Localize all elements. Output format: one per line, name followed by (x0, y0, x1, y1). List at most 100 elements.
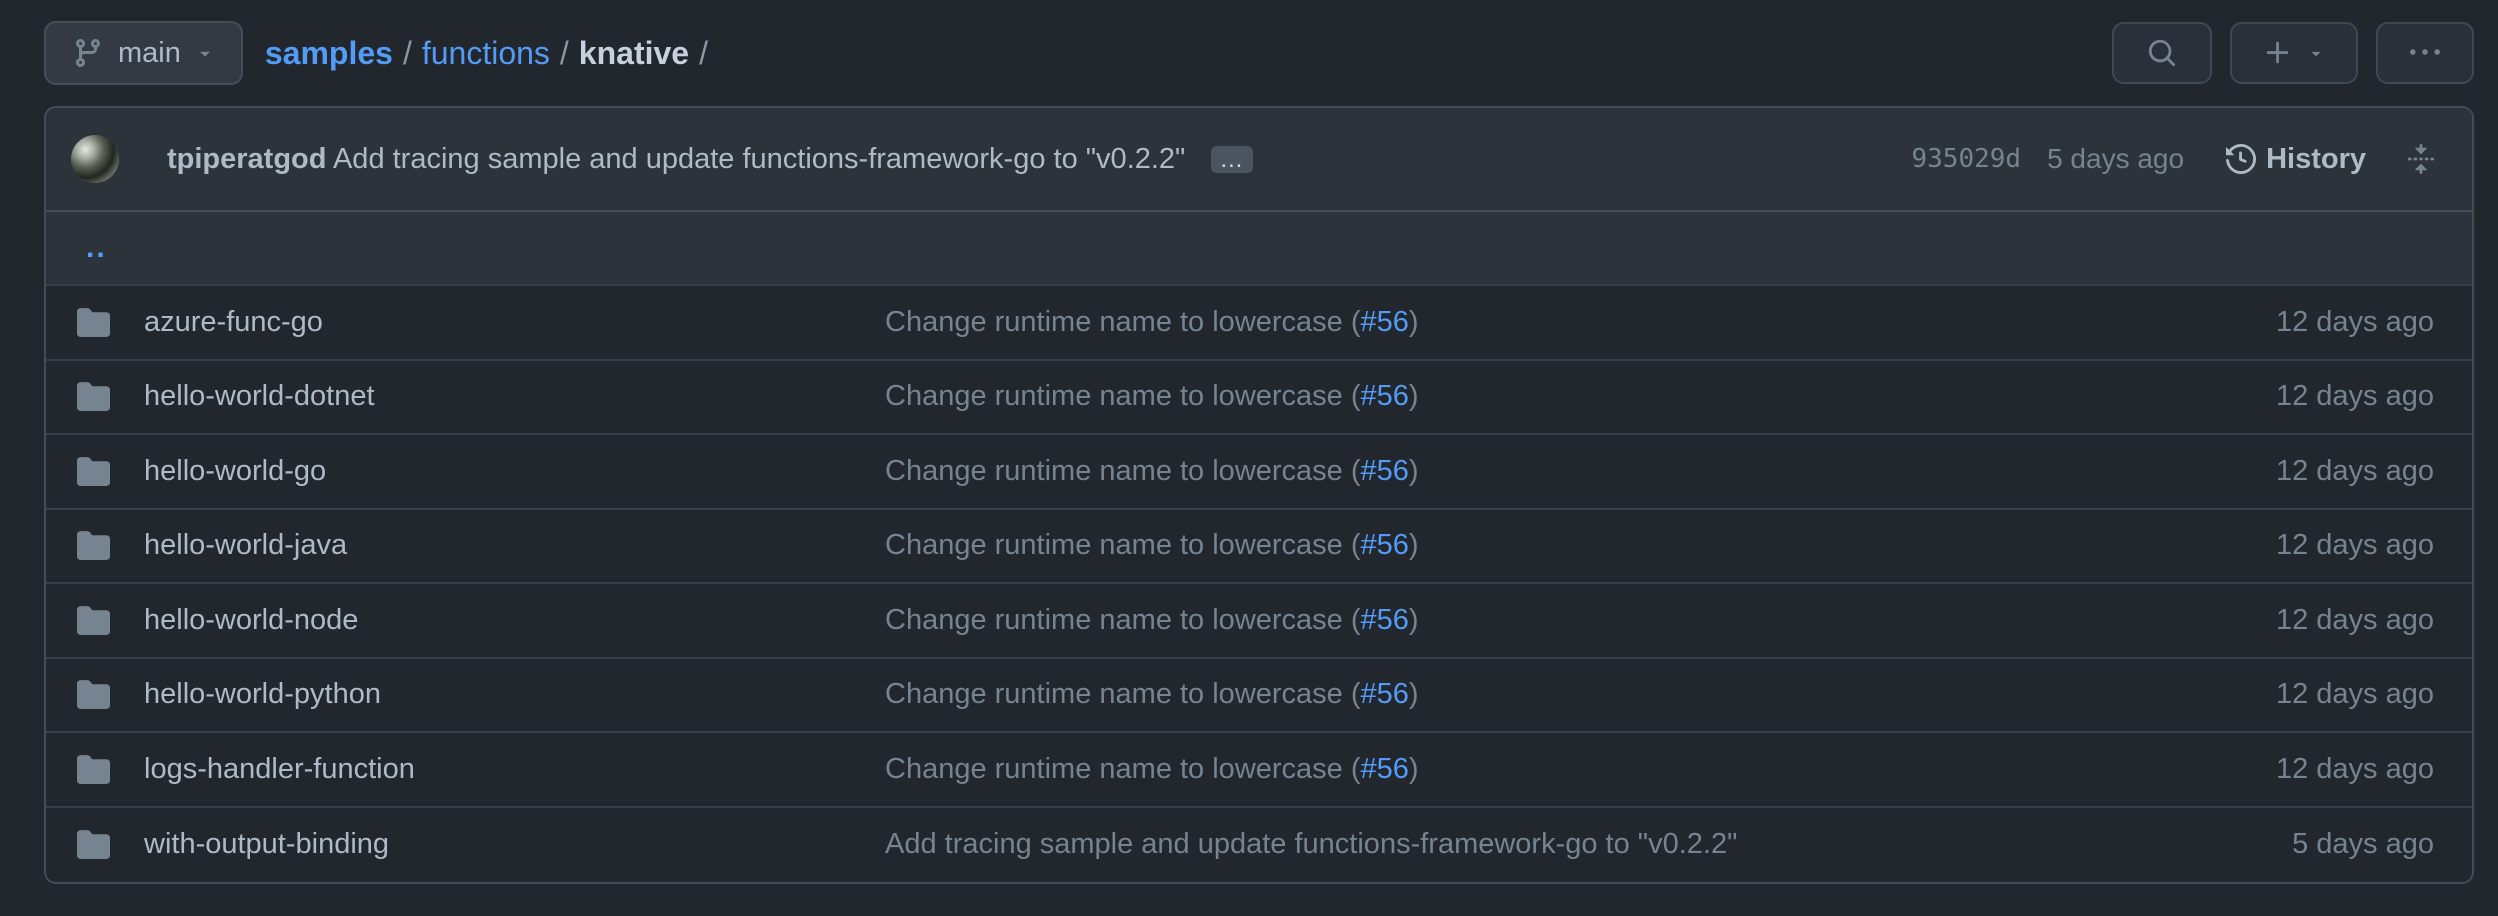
row-commit-message-suffix[interactable]: ) (1409, 380, 1419, 412)
row-message-link[interactable]: #56 (1361, 529, 1409, 561)
commit-message-cell: Change runtime name to lowercase (#56) (885, 753, 2112, 786)
commit-date-cell: 12 days ago (2112, 753, 2472, 786)
row-commit-message-suffix[interactable]: ) (1409, 306, 1419, 338)
row-commit-message-suffix[interactable]: ) (1409, 753, 1419, 785)
table-row: with-output-binding Add tracing sample a… (46, 808, 2472, 883)
folder-icon (77, 604, 110, 637)
file-table-body: azure-func-go Change runtime name to low… (46, 286, 2472, 882)
row-commit-message-suffix[interactable]: ) (1409, 604, 1419, 636)
row-message-link[interactable]: #56 (1361, 604, 1409, 636)
history-button[interactable]: History (2226, 143, 2366, 176)
row-commit-message[interactable]: Change runtime name to lowercase ( (885, 604, 1361, 636)
commit-sha[interactable]: 935029d (1912, 144, 2022, 174)
commit-date-cell: 12 days ago (2112, 529, 2472, 562)
folder-icon (77, 828, 110, 861)
folder-icon (77, 380, 110, 413)
breadcrumb-separator: / (403, 35, 412, 72)
avatar[interactable] (71, 135, 119, 183)
row-commit-message[interactable]: Change runtime name to lowercase ( (885, 306, 1361, 338)
commit-message-cell: Change runtime name to lowercase (#56) (885, 678, 2112, 711)
toolbar-actions (2112, 22, 2474, 84)
file-name-link[interactable]: hello-world-python (144, 678, 381, 711)
file-name-cell: logs-handler-function (46, 753, 885, 786)
breadcrumb-separator: / (560, 35, 569, 72)
commit-message-cell: Change runtime name to lowercase (#56) (885, 529, 2112, 562)
commit-date-cell: 12 days ago (2112, 306, 2472, 339)
file-name-cell: hello-world-python (46, 678, 885, 711)
branch-name-label: main (118, 37, 181, 70)
toolbar: main samples / functions / knative / (44, 0, 2474, 106)
add-file-button[interactable] (2230, 22, 2358, 84)
breadcrumb-link-samples[interactable]: samples (265, 35, 393, 72)
row-commit-message-suffix[interactable]: ) (1409, 529, 1419, 561)
commit-date-cell: 5 days ago (2112, 828, 2472, 861)
row-commit-message[interactable]: Change runtime name to lowercase ( (885, 753, 1361, 785)
commit-author[interactable]: tpiperatgod (167, 143, 327, 175)
row-message-link[interactable]: #56 (1361, 380, 1409, 412)
breadcrumb: samples / functions / knative / (265, 35, 708, 72)
folder-icon (77, 455, 110, 488)
row-message-link[interactable]: #56 (1361, 753, 1409, 785)
commit-date: 5 days ago (2047, 143, 2184, 175)
branch-selector-button[interactable]: main (44, 21, 243, 85)
file-name-link[interactable]: hello-world-java (144, 529, 347, 562)
fold-icon (2406, 144, 2436, 174)
commit-date-cell: 12 days ago (2112, 380, 2472, 413)
more-options-button[interactable] (2376, 22, 2474, 84)
row-message-link[interactable]: #56 (1361, 306, 1409, 338)
folder-icon (77, 753, 110, 786)
file-name-link[interactable]: hello-world-dotnet (144, 380, 375, 413)
plus-icon (2263, 38, 2293, 68)
breadcrumb-current-knative: knative (579, 35, 689, 72)
row-commit-message-suffix[interactable]: ) (1409, 455, 1419, 487)
table-row: azure-func-go Change runtime name to low… (46, 286, 2472, 361)
commit-message-cell: Change runtime name to lowercase (#56) (885, 604, 2112, 637)
table-row: hello-world-python Change runtime name t… (46, 659, 2472, 734)
folder-icon (77, 529, 110, 562)
file-name-link[interactable]: hello-world-node (144, 604, 358, 637)
breadcrumb-separator: / (699, 35, 708, 72)
commit-message-cell: Change runtime name to lowercase (#56) (885, 455, 2112, 488)
file-name-cell: hello-world-dotnet (46, 380, 885, 413)
row-commit-message[interactable]: Change runtime name to lowercase ( (885, 678, 1361, 710)
file-name-cell: azure-func-go (46, 306, 885, 339)
row-commit-message[interactable]: Add tracing sample and update functions-… (885, 828, 1737, 860)
chevron-down-icon (2307, 44, 2325, 62)
parent-directory-row[interactable]: .. (46, 212, 2472, 286)
search-icon (2147, 38, 2177, 68)
latest-commit-bar: tpiperatgod Add tracing sample and updat… (46, 108, 2472, 212)
chevron-down-icon (195, 43, 215, 63)
parent-directory-link[interactable]: .. (86, 231, 107, 265)
commit-date-cell: 12 days ago (2112, 678, 2472, 711)
row-commit-message[interactable]: Change runtime name to lowercase ( (885, 529, 1361, 561)
row-message-link[interactable]: #56 (1361, 678, 1409, 710)
file-name-link[interactable]: hello-world-go (144, 455, 326, 488)
commit-message-text[interactable]: Add tracing sample and update functions-… (333, 143, 1185, 175)
file-name-cell: hello-world-node (46, 604, 885, 637)
file-name-cell: hello-world-java (46, 529, 885, 562)
folder-icon (77, 678, 110, 711)
table-row: hello-world-dotnet Change runtime name t… (46, 361, 2472, 436)
table-row: hello-world-go Change runtime name to lo… (46, 435, 2472, 510)
commit-message-cell: Change runtime name to lowercase (#56) (885, 380, 2112, 413)
file-name-link[interactable]: with-output-binding (144, 828, 389, 861)
file-name-link[interactable]: azure-func-go (144, 306, 323, 339)
commit-message-expand-button[interactable]: … (1211, 146, 1253, 173)
commit-meta: 935029d 5 days ago History (1912, 143, 2437, 176)
file-name-cell: with-output-binding (46, 828, 885, 861)
row-commit-message[interactable]: Change runtime name to lowercase ( (885, 455, 1361, 487)
history-label: History (2266, 143, 2366, 176)
folder-icon (77, 306, 110, 339)
commit-date-cell: 12 days ago (2112, 455, 2472, 488)
search-button[interactable] (2112, 22, 2212, 84)
commit-date-cell: 12 days ago (2112, 604, 2472, 637)
file-name-cell: hello-world-go (46, 455, 885, 488)
file-browser-container: tpiperatgod Add tracing sample and updat… (44, 106, 2474, 884)
row-message-link[interactable]: #56 (1361, 455, 1409, 487)
row-commit-message-suffix[interactable]: ) (1409, 678, 1419, 710)
row-commit-message[interactable]: Change runtime name to lowercase ( (885, 380, 1361, 412)
collapse-commit-details-button[interactable] (2406, 144, 2436, 174)
table-row: hello-world-java Change runtime name to … (46, 510, 2472, 585)
file-name-link[interactable]: logs-handler-function (144, 753, 415, 786)
breadcrumb-link-functions[interactable]: functions (422, 35, 550, 72)
